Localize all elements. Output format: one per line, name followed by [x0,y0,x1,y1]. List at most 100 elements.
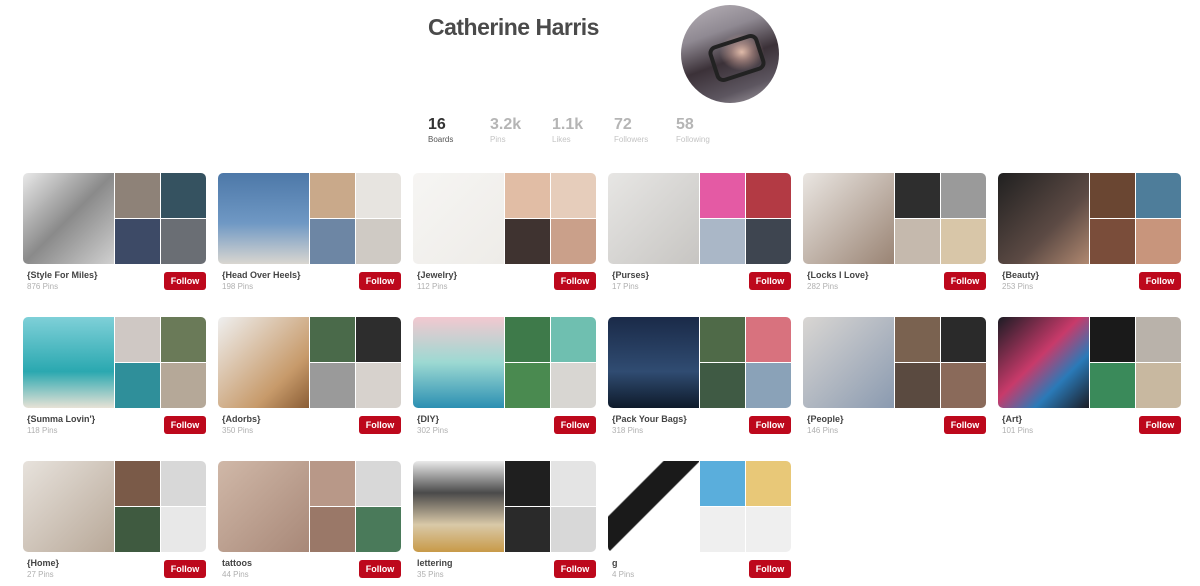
follow-button[interactable]: Follow [1139,416,1181,434]
follow-button[interactable]: Follow [164,416,206,434]
board-thumbnail [161,363,206,408]
stat-boards[interactable]: 16 Boards [428,116,490,146]
board-thumbnail [115,363,160,408]
board-cover[interactable] [998,173,1181,264]
board-name[interactable]: {Beauty} [1002,270,1039,280]
board-pin-count: 302 Pins [417,426,449,435]
board-card[interactable]: {Purses} 17 Pins Follow [608,173,791,291]
board-thumbnail [161,317,206,362]
stat-likes[interactable]: 1.1k Likes [552,116,614,146]
board-name[interactable]: {Head Over Heels} [222,270,301,280]
board-cover[interactable] [23,317,206,408]
board-name[interactable]: {DIY} [417,414,439,424]
board-thumbnail [895,219,940,264]
follow-button[interactable]: Follow [164,272,206,290]
board-cover[interactable] [803,317,986,408]
board-thumbnail [746,219,791,264]
board-cover[interactable] [413,173,596,264]
follow-button[interactable]: Follow [944,272,986,290]
board-cover[interactable] [803,173,986,264]
board-card[interactable]: {Art} 101 Pins Follow [998,317,1181,435]
board-thumbnail [115,317,160,362]
board-cover[interactable] [23,173,206,264]
follow-button[interactable]: Follow [554,272,596,290]
board-cover[interactable] [998,317,1181,408]
board-card[interactable]: {Beauty} 253 Pins Follow [998,173,1181,291]
board-card[interactable]: tattoos 44 Pins Follow [218,461,401,579]
board-card[interactable]: {Locks I Love} 282 Pins Follow [803,173,986,291]
follow-button[interactable]: Follow [749,560,791,578]
board-card[interactable]: {Head Over Heels} 198 Pins Follow [218,173,401,291]
stat-followers[interactable]: 72 Followers [614,116,676,146]
board-name[interactable]: {Purses} [612,270,649,280]
board-cover-image [218,461,309,552]
board-cover[interactable] [413,461,596,552]
board-cover[interactable] [218,173,401,264]
board-card[interactable]: {Style For Miles} 876 Pins Follow [23,173,206,291]
board-card[interactable]: g 4 Pins Follow [608,461,791,579]
follow-button[interactable]: Follow [554,560,596,578]
follow-button[interactable]: Follow [359,416,401,434]
board-pin-count: 350 Pins [222,426,254,435]
board-card[interactable]: {Home} 27 Pins Follow [23,461,206,579]
board-thumbnail [161,461,206,506]
board-name[interactable]: {Home} [27,558,59,568]
follow-button[interactable]: Follow [359,560,401,578]
follow-button[interactable]: Follow [359,272,401,290]
board-cover[interactable] [608,173,791,264]
board-cover[interactable] [218,461,401,552]
stat-pins[interactable]: 3.2k Pins [490,116,552,146]
board-card[interactable]: {Jewelry} 112 Pins Follow [413,173,596,291]
board-name[interactable]: {Summa Lovin'} [27,414,95,424]
board-name[interactable]: lettering [417,558,453,568]
board-name[interactable]: g [612,558,618,568]
board-name[interactable]: {People} [807,414,844,424]
board-thumbnail [356,507,401,552]
board-pin-count: 17 Pins [612,282,639,291]
board-name[interactable]: {Locks I Love} [807,270,869,280]
board-name[interactable]: {Pack Your Bags} [612,414,687,424]
board-thumbnail [356,461,401,506]
profile-stats: 16 Boards 3.2k Pins 1.1k Likes 72 Follow… [428,116,738,146]
board-thumbnail [310,173,355,218]
board-card[interactable]: {Adorbs} 350 Pins Follow [218,317,401,435]
profile-avatar[interactable] [681,5,779,103]
board-thumbnail [505,173,550,218]
board-thumbnail [700,173,745,218]
board-card[interactable]: lettering 35 Pins Follow [413,461,596,579]
follow-button[interactable]: Follow [944,416,986,434]
board-cover[interactable] [413,317,596,408]
follow-button[interactable]: Follow [164,560,206,578]
board-thumbnail [551,461,596,506]
board-name[interactable]: {Style For Miles} [27,270,98,280]
stat-following[interactable]: 58 Following [676,116,738,146]
board-cover-image [218,317,309,408]
board-card[interactable]: {Summa Lovin'} 118 Pins Follow [23,317,206,435]
board-card[interactable]: {Pack Your Bags} 318 Pins Follow [608,317,791,435]
board-thumbnail [505,461,550,506]
board-name[interactable]: {Jewelry} [417,270,457,280]
stat-label: Pins [490,135,506,144]
board-card[interactable]: {DIY} 302 Pins Follow [413,317,596,435]
follow-button[interactable]: Follow [749,272,791,290]
board-cover-image [23,317,114,408]
board-cover-image [413,173,504,264]
board-thumbnail [895,317,940,362]
board-thumbnail [700,461,745,506]
board-thumbnail [161,173,206,218]
follow-button[interactable]: Follow [554,416,596,434]
board-card[interactable]: {People} 146 Pins Follow [803,317,986,435]
board-cover-image [998,317,1089,408]
board-cover[interactable] [608,317,791,408]
board-name[interactable]: tattoos [222,558,252,568]
board-cover-image [23,461,114,552]
follow-button[interactable]: Follow [1139,272,1181,290]
board-cover[interactable] [218,317,401,408]
board-thumbnail [1136,219,1181,264]
board-thumbnail [505,363,550,408]
board-name[interactable]: {Adorbs} [222,414,261,424]
board-name[interactable]: {Art} [1002,414,1022,424]
board-cover[interactable] [23,461,206,552]
board-cover[interactable] [608,461,791,552]
follow-button[interactable]: Follow [749,416,791,434]
